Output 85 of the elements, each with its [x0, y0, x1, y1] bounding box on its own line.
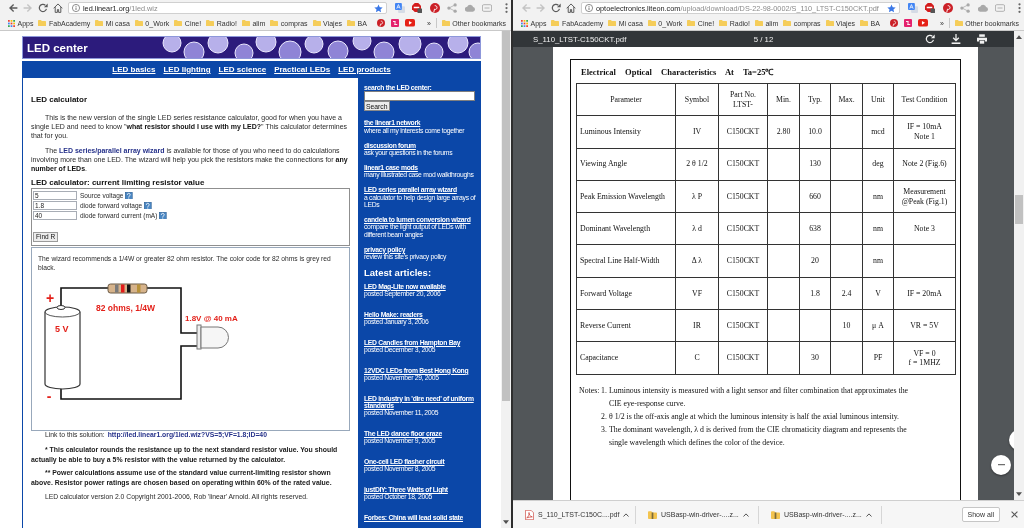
help-icon[interactable] [125, 191, 133, 200]
apps-grid-icon [521, 19, 528, 27]
help-icon[interactable] [159, 211, 167, 220]
led-drawing [196, 324, 229, 349]
print-icon[interactable] [977, 34, 987, 44]
caret-icon[interactable] [743, 512, 749, 517]
folder-icon [347, 19, 356, 27]
resistor-label: 82 ohms, 1/4W [96, 302, 156, 313]
battery-label: 5 V [55, 323, 69, 334]
scrollbar-thumb[interactable] [502, 31, 510, 401]
home-icon[interactable] [566, 3, 576, 13]
folder-icon [174, 19, 183, 27]
info-icon[interactable] [585, 4, 593, 12]
stop-sign-icon[interactable] [412, 3, 422, 13]
scroll-down-icon[interactable] [503, 520, 509, 524]
folder-icon [95, 19, 104, 27]
folder-icon [954, 19, 963, 27]
scroll-up-icon[interactable] [1016, 35, 1022, 39]
reload-icon[interactable] [551, 3, 561, 13]
folder-icon [647, 19, 656, 27]
form-heading: LED calculator: current limiting resistor value [31, 178, 206, 187]
search-field[interactable] [364, 91, 475, 102]
video-play-icon[interactable] [917, 19, 928, 27]
nav-link[interactable]: LED lighting [163, 65, 211, 74]
archive-folder-icon [771, 509, 780, 520]
folder-icon [608, 19, 617, 27]
nav-link[interactable]: LED products [338, 65, 391, 74]
round-logo-icon[interactable] [942, 3, 953, 13]
table-title: Electrical Optical Characteristics At Ta=25℃ [580, 67, 775, 77]
download-icon[interactable] [951, 34, 961, 44]
articles-heading: Latest articles: [364, 268, 433, 278]
led-label: 1.8V @ 40 mA [185, 313, 238, 323]
zoom-out-button[interactable] [991, 455, 1011, 475]
close-icon[interactable] [1011, 511, 1018, 518]
folder-icon [719, 19, 728, 27]
folder-icon [551, 19, 560, 27]
minus-icon [997, 464, 1005, 466]
resistor-drawing [107, 283, 148, 293]
folder-icon [241, 19, 250, 27]
translate-icon[interactable] [394, 3, 405, 13]
nav-link[interactable]: Practical LEDs [274, 65, 331, 74]
folder-icon [825, 19, 834, 27]
round-logo-icon[interactable] [376, 19, 385, 27]
folder-icon [270, 19, 279, 27]
back-icon[interactable] [8, 3, 18, 13]
folder-icon [687, 19, 696, 27]
folder-icon [38, 19, 47, 27]
video-play-icon[interactable] [404, 19, 415, 27]
home-icon[interactable] [53, 3, 63, 13]
caret-icon[interactable] [866, 512, 872, 517]
round-logo-icon[interactable] [889, 19, 898, 27]
scroll-down-icon[interactable] [1016, 492, 1022, 496]
reload-icon[interactable] [38, 3, 48, 13]
archive-folder-icon [648, 509, 657, 520]
caret-icon[interactable] [623, 512, 630, 517]
pdf-file-icon [525, 509, 534, 520]
site-title: LED center [26, 41, 88, 54]
minus-sign: - [46, 387, 52, 404]
stop-sign-icon[interactable] [925, 3, 935, 13]
app-tile-icon[interactable] [903, 19, 912, 27]
scrollbar-thumb[interactable] [1015, 195, 1023, 224]
more-menu-icon[interactable] [505, 3, 508, 13]
folder-icon [134, 19, 143, 27]
scrollbar[interactable] [501, 31, 511, 528]
star-icon[interactable] [887, 3, 896, 13]
nav-link[interactable]: LED science [218, 65, 267, 74]
folder-icon [206, 19, 215, 27]
apps-grid-icon [8, 19, 15, 27]
app-tile-icon[interactable] [390, 19, 399, 27]
folder-icon [860, 19, 869, 27]
round-logo-icon[interactable] [429, 3, 440, 13]
folder-icon [783, 19, 792, 27]
more-menu-icon[interactable] [1018, 3, 1021, 13]
plus-sign: + [45, 289, 55, 306]
folder-icon [441, 19, 450, 27]
section-heading: LED calculator [31, 95, 88, 104]
star-icon[interactable] [374, 3, 383, 13]
nav-link[interactable]: LED basics [112, 65, 156, 74]
scrollbar[interactable] [1014, 31, 1024, 500]
folder-icon [312, 19, 321, 27]
help-icon[interactable] [144, 201, 152, 210]
rotate-icon[interactable] [925, 34, 935, 44]
folder-icon [754, 19, 763, 27]
info-icon[interactable] [72, 4, 80, 12]
translate-icon[interactable] [907, 3, 918, 13]
